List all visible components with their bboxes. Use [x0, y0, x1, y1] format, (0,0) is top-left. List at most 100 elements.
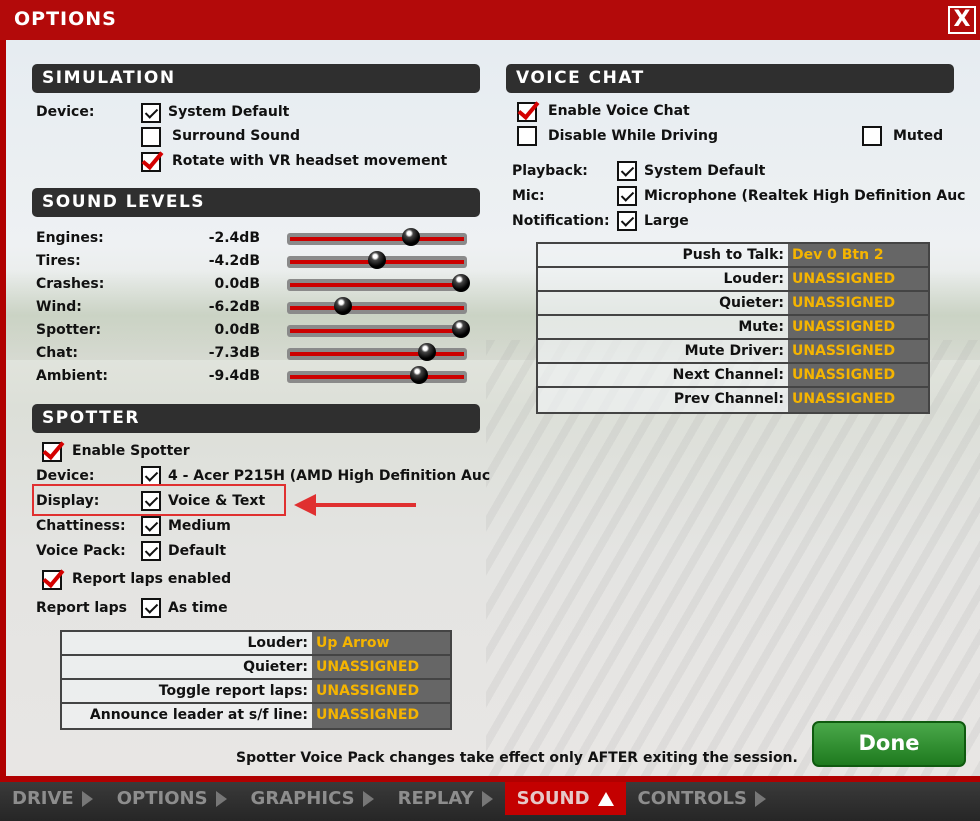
slider-track [290, 306, 464, 310]
disable-while-driving-label: Disable While Driving [548, 128, 719, 144]
options-content: SIMULATION Device: System Default Surrou… [6, 40, 980, 776]
keybind-value[interactable]: Dev 0 Btn 2 [788, 244, 928, 266]
keybind-value[interactable]: UNASSIGNED [312, 680, 450, 702]
triangle-right-icon [81, 790, 93, 807]
level-slider[interactable] [287, 297, 467, 315]
mic-dropdown[interactable] [617, 186, 637, 206]
keybind-label: Next Channel: [538, 364, 788, 386]
playback-dropdown[interactable] [617, 161, 637, 181]
enable-spotter-label: Enable Spotter [72, 443, 190, 459]
system-default-checkbox[interactable] [141, 103, 161, 123]
level-slider[interactable] [287, 343, 467, 361]
keybind-row[interactable]: Louder: Up Arrow [62, 632, 450, 656]
triangle-right-icon [215, 790, 227, 807]
sim-device-label: Device: [36, 104, 95, 120]
slider-track [290, 283, 464, 287]
disable-while-driving-checkbox[interactable] [517, 126, 537, 146]
keybind-value[interactable]: UNASSIGNED [788, 388, 928, 412]
slider-track [290, 375, 464, 379]
report-laps-label: Report laps [36, 600, 127, 616]
keybind-value[interactable]: UNASSIGNED [788, 268, 928, 290]
level-value: -9.4dB [208, 368, 260, 384]
triangle-right-icon [754, 790, 766, 807]
level-slider[interactable] [287, 320, 470, 338]
report-laps-enabled-checkbox[interactable] [42, 570, 62, 590]
nav-tab-graphics[interactable]: GRAPHICS [239, 782, 386, 815]
voice-chat-header: VOICE CHAT [506, 64, 954, 93]
surround-sound-checkbox[interactable] [141, 127, 161, 147]
title-bar: OPTIONS X [0, 0, 980, 40]
spotter-device-dropdown[interactable] [141, 466, 161, 486]
report-laps-enabled-label: Report laps enabled [72, 571, 232, 587]
keybind-value[interactable]: UNASSIGNED [312, 656, 450, 678]
level-value: -4.2dB [208, 253, 260, 269]
notification-label: Notification: [512, 213, 610, 229]
slider-knob[interactable] [410, 366, 428, 384]
chattiness-dropdown[interactable] [141, 516, 161, 536]
simulation-header: SIMULATION [32, 64, 480, 93]
enable-spotter-checkbox[interactable] [42, 442, 62, 462]
mic-value: Microphone (Realtek High Definition Auc [644, 188, 966, 204]
notification-dropdown[interactable] [617, 211, 637, 231]
nav-tab-controls[interactable]: CONTROLS [626, 782, 778, 815]
level-slider[interactable] [287, 274, 470, 292]
keybind-row[interactable]: Quieter: UNASSIGNED [538, 292, 928, 316]
slider-knob[interactable] [418, 343, 437, 361]
nav-tab-options[interactable]: OPTIONS [105, 782, 239, 815]
keybind-row[interactable]: Push to Talk: Dev 0 Btn 2 [538, 244, 928, 268]
playback-value: System Default [644, 163, 766, 179]
keybind-label: Prev Channel: [538, 388, 788, 412]
nav-tab-replay[interactable]: REPLAY [386, 782, 505, 815]
voice-pack-dropdown[interactable] [141, 541, 161, 561]
rotate-vr-checkbox[interactable] [141, 152, 161, 172]
level-slider[interactable] [287, 251, 467, 269]
keybind-value[interactable]: UNASSIGNED [788, 316, 928, 338]
report-laps-value: As time [168, 600, 228, 616]
slider-knob[interactable] [401, 228, 420, 246]
keybind-label: Push to Talk: [538, 244, 788, 266]
triangle-up-icon [597, 791, 614, 806]
close-button[interactable]: X [948, 6, 976, 34]
spotter-device-value: 4 - Acer P215H (AMD High Definition Auc [168, 468, 491, 484]
keybind-row[interactable]: Prev Channel: UNASSIGNED [538, 388, 928, 412]
keybind-row[interactable]: Toggle report laps: UNASSIGNED [62, 680, 450, 704]
done-button[interactable]: Done [812, 721, 966, 767]
keybind-value[interactable]: UNASSIGNED [788, 364, 928, 386]
slider-track [290, 237, 464, 241]
enable-voice-chat-label: Enable Voice Chat [548, 103, 690, 119]
keybind-value[interactable]: UNASSIGNED [788, 292, 928, 314]
muted-checkbox[interactable] [862, 126, 882, 146]
nav-tab-label: GRAPHICS [250, 788, 355, 809]
level-slider[interactable] [287, 228, 467, 246]
nav-tab-drive[interactable]: DRIVE [0, 782, 105, 815]
keybind-value[interactable]: UNASSIGNED [312, 704, 450, 728]
report-laps-dropdown[interactable] [141, 598, 161, 618]
keybind-label: Announce leader at s/f line: [62, 704, 312, 728]
slider-knob[interactable] [368, 251, 386, 269]
enable-voice-chat-checkbox[interactable] [517, 102, 537, 122]
spotter-header: SPOTTER [32, 404, 480, 433]
keybind-row[interactable]: Announce leader at s/f line: UNASSIGNED [62, 704, 450, 728]
playback-label: Playback: [512, 163, 588, 179]
slider-knob[interactable] [452, 274, 470, 292]
sound-levels-header: SOUND LEVELS [32, 188, 480, 217]
keybind-value[interactable]: UNASSIGNED [788, 340, 928, 362]
level-value: 0.0dB [214, 276, 261, 292]
keybind-row[interactable]: Quieter: UNASSIGNED [62, 656, 450, 680]
options-window: OPTIONS X SIMULATION Device: System Defa… [0, 0, 980, 782]
voice-pack-note: Spotter Voice Pack changes take effect o… [236, 750, 798, 766]
level-slider[interactable] [287, 366, 467, 384]
nav-tab-label: OPTIONS [116, 788, 208, 809]
keybind-row[interactable]: Louder: UNASSIGNED [538, 268, 928, 292]
bottom-nav: DRIVE OPTIONS GRAPHICS REPLAY SOUND CONTROLS [0, 782, 980, 821]
triangle-right-icon [481, 790, 493, 807]
slider-knob[interactable] [452, 320, 470, 338]
slider-knob[interactable] [334, 297, 353, 315]
keybind-row[interactable]: Mute Driver: UNASSIGNED [538, 340, 928, 364]
keybind-value[interactable]: Up Arrow [312, 632, 450, 654]
keybind-label: Mute: [538, 316, 788, 338]
nav-tab-sound[interactable]: SOUND [504, 782, 626, 815]
keybind-row[interactable]: Next Channel: UNASSIGNED [538, 364, 928, 388]
surround-sound-label: Surround Sound [172, 128, 300, 144]
keybind-row[interactable]: Mute: UNASSIGNED [538, 316, 928, 340]
